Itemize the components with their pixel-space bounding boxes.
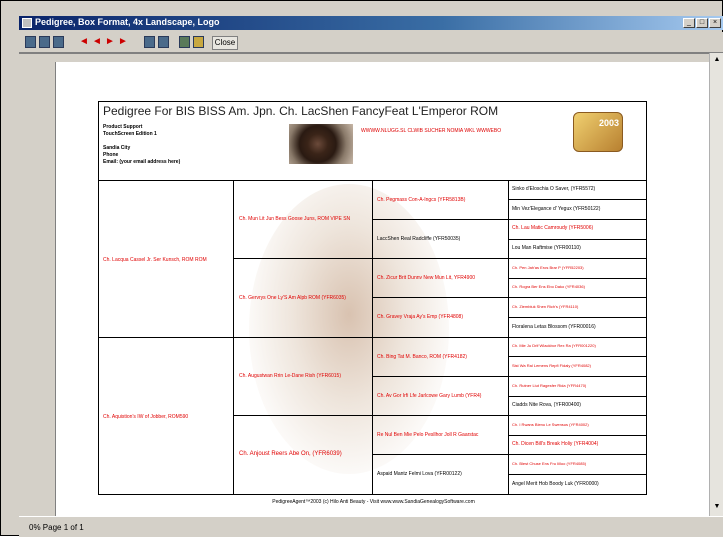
ancestor-name: Ciadds Nite Rova, (YFR00400) xyxy=(512,402,581,408)
close-window-button[interactable]: × xyxy=(709,18,721,28)
ancestor-name: Min Vez'Elegance d' Yegux (YFR50122) xyxy=(512,206,601,212)
header-info-line: Sandia City xyxy=(103,145,131,151)
prev-page-button[interactable]: ◄ xyxy=(92,36,102,48)
document-footer: PedigreeAgent™2003 (c) Hilo Anti Beauty … xyxy=(272,499,475,505)
open-icon[interactable] xyxy=(193,36,204,48)
header-red-text: WWWW.NLUGG.SL CLWIB SUCHER NOMIA WKL WWW… xyxy=(361,128,502,134)
row-divider xyxy=(508,278,646,279)
grandparent-name: Ch. Augustwan Rrin Le-Dane Rish (YFR6015… xyxy=(239,373,341,379)
maximize-button[interactable]: □ xyxy=(696,18,708,28)
ancestor-name: Ch. Ziembluk Shen Rich's (YFR4110) xyxy=(512,304,579,309)
row-divider xyxy=(233,258,646,259)
header-info-line: Email: (your email address here) xyxy=(103,159,181,165)
ancestor-name: Ch. Lau Matic Camroudy (YFR5006) xyxy=(512,225,594,231)
row-divider xyxy=(508,317,646,318)
grandparent-name: Ch. Gervrys One Ly'S Am Alpb ROM (YFR603… xyxy=(239,295,346,301)
ancestor-name: Angel Merit Hob Boody Luk (YFR0000) xyxy=(512,481,599,487)
header-info-line: Phone xyxy=(103,152,119,158)
row-divider xyxy=(508,474,646,475)
dog-watermark-image xyxy=(249,184,449,474)
title-bar[interactable]: Pedigree, Box Format, 4x Landscape, Logo… xyxy=(19,16,723,30)
scroll-down-icon[interactable]: ▼ xyxy=(712,502,722,512)
toolbar: ◄ ◄ ► ► Close xyxy=(19,32,723,53)
ancestor-name: Ch. Mie Ju Drlf Wlackbor Rex Ra (YFR0012… xyxy=(512,343,596,348)
ancestor-name: Ch. Rutner Liut Ragesfer Rida (YFR4470) xyxy=(512,383,587,388)
great-grandparent-name: Re Nul Ben Mie Pelo Pesllhor Joll R Gaar… xyxy=(377,432,479,438)
row-divider xyxy=(508,396,646,397)
ancestor-name: Floralena Letas Blossom (YFR00016) xyxy=(512,324,596,330)
grandparent-name: Ch. Mun Lit Jun Bess Goose Juns, ROM VIP… xyxy=(239,216,351,222)
sire-name: Ch. Lacqua Cassel Jr. Ser Kunsch, ROM RO… xyxy=(103,257,207,263)
row-divider xyxy=(233,415,646,416)
ancestor-name: Ch. Rogra Ber Ens Ebo Dako (YFR4036) xyxy=(512,284,585,289)
dog-photo xyxy=(289,124,353,164)
status-bar: 0% Page 1 of 1 xyxy=(19,516,723,537)
view-icon[interactable] xyxy=(25,36,36,48)
vertical-scrollbar[interactable]: ▲ ▼ xyxy=(709,53,723,516)
logo-badge: 2003 xyxy=(573,112,623,152)
next-page-button[interactable]: ► xyxy=(105,36,115,48)
header-info-line: TouchScreen Edition 1 xyxy=(103,131,157,137)
scroll-up-icon[interactable]: ▲ xyxy=(712,55,722,65)
row-divider xyxy=(372,219,646,220)
pedigree-document: Pedigree For BIS BISS Am. Jpn. Ch. LacSh… xyxy=(98,101,647,505)
last-page-button[interactable]: ► xyxy=(118,36,128,48)
pedigree-title: Pedigree For BIS BISS Am. Jpn. Ch. LacSh… xyxy=(103,104,499,118)
pages-icon[interactable] xyxy=(39,36,50,48)
minimize-button[interactable]: _ xyxy=(683,18,695,28)
ancestor-name: Sinko d'Eloschia O Saver, (YFR5572) xyxy=(512,186,596,192)
page-status: 0% Page 1 of 1 xyxy=(29,523,84,532)
row-divider xyxy=(508,356,646,357)
print-icon[interactable] xyxy=(144,36,155,48)
ancestor-name: Ch. I Rwans Bienu Le Swensus (YFR4002) xyxy=(512,422,589,427)
row-divider xyxy=(99,337,646,338)
logo-year: 2003 xyxy=(598,118,619,128)
row-divider xyxy=(508,435,646,436)
great-grandparent-name: Ch. Zicur Brit Dunnv New Mun Lit, YFR490… xyxy=(377,275,476,281)
ancestor-name: Sist Wa Ral Lemens Repfi Fidaly (YFR4082… xyxy=(512,363,591,368)
great-grandparent-name: Ch. Bing Tat M. Banco, ROM (YFR4182) xyxy=(377,354,467,360)
row-divider xyxy=(372,297,646,298)
great-grandparent-name: Ch. Pegmass Con-A-Ingcs (YFR5813B) xyxy=(377,197,466,203)
ancestor-name: Ch. Pen Jah'as Eros Brar P (YFR52203) xyxy=(512,265,584,270)
ancestor-name: Ch. Dicen Bill's Break Holiy (YFR4004) xyxy=(512,441,599,447)
great-grandparent-name: Ch. Av Gor Irfi Lfe Jarlcowe Gary Lumb (… xyxy=(377,393,482,399)
zoom-icon[interactable] xyxy=(53,36,64,48)
window-title: Pedigree, Box Format, 4x Landscape, Logo xyxy=(35,17,220,27)
great-grandparent-name: Ch. Gravey Vraja Ay's Emp (YFR4808) xyxy=(377,314,463,320)
ancestor-name: Ch. Blest Chuse Ens Fru Iilloo (YFR4085) xyxy=(512,461,587,466)
save-icon[interactable] xyxy=(179,36,190,48)
great-grandparent-name: Aspaid Mantz Felmi Lova (YFR00122) xyxy=(377,471,462,477)
row-divider xyxy=(508,239,646,240)
close-button[interactable]: Close xyxy=(212,36,238,50)
document-header: Pedigree For BIS BISS Am. Jpn. Ch. LacSh… xyxy=(99,102,646,181)
header-info-line: Product Support xyxy=(103,124,143,130)
row-divider xyxy=(508,199,646,200)
first-page-button[interactable]: ◄ xyxy=(79,36,89,48)
app-icon[interactable] xyxy=(22,18,32,28)
row-divider xyxy=(372,376,646,377)
dam-name: Ch. Aquistion's IW of Jobber, ROM590 xyxy=(103,414,189,420)
ancestor-name: Lou Man Raftmise (YFR00110) xyxy=(512,245,581,251)
export-icon[interactable] xyxy=(158,36,169,48)
row-divider xyxy=(372,454,646,455)
grandparent-name: Ch. Anjoust Reers Abe On, (YFR6039) xyxy=(239,451,342,457)
great-grandparent-name: LaccShen Real Radcliffe (YFR50035) xyxy=(377,236,461,242)
